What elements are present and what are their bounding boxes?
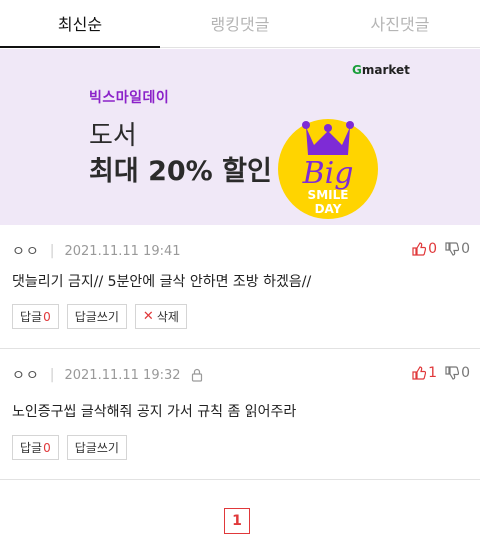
delete-button[interactable]: ✕ 삭제 [134,304,187,329]
pagination: 1 [0,480,480,549]
comment-item: ㅇㅇ | 2021.11.11 19:32 1 0 노인증구씹 글삭해줘 공지 … [0,349,480,480]
meta-divider: | [49,367,55,383]
reply-button[interactable]: 답글 0 [12,304,59,329]
comment-text: 댓늘리기 금지// 5분안에 글삭 안하면 조방 하겠음// [12,274,312,290]
like-button[interactable]: 1 [412,365,437,381]
reply-button[interactable]: 답글 0 [12,435,59,460]
comment-meta: ㅇㅇ | 2021.11.11 19:41 [12,241,181,261]
thumbs-down-icon [445,366,460,380]
gmarket-logo: Gmarket [352,63,410,77]
dislike-count: 0 [461,241,470,257]
reply-count: 0 [43,309,51,324]
crown-icon [302,121,354,155]
big-smile-day-badge: Big SMILE DAY [278,119,378,219]
comment-text: 노인증구씹 글삭해줘 공지 가서 규칙 좀 읽어주라 [12,404,297,420]
comment-actions: 답글 0 답글쓰기 ✕ 삭제 [12,304,195,329]
comment-votes: 0 0 [404,241,470,257]
dislike-button[interactable]: 0 [445,365,470,381]
promo-banner[interactable]: Gmarket 빅스마일데이 도서 최대 20% 할인 Big SMILE DA… [0,49,480,225]
meta-divider: | [49,243,55,259]
comment-author[interactable]: ㅇㅇ [12,365,40,385]
page-number-current[interactable]: 1 [224,508,250,534]
comment-date: 2021.11.11 19:32 [64,367,181,383]
comment-item: ㅇㅇ | 2021.11.11 19:41 0 0 댓늘리기 금지// 5분안에… [0,225,480,349]
badge-day-text: DAY [315,202,342,216]
badge-smile-text: SMILE [308,188,349,202]
badge-big-text: Big [302,156,354,191]
thumbs-up-icon [412,366,427,380]
dislike-count: 0 [461,365,470,381]
tab-ranking-comments[interactable]: 랭킹댓글 [160,0,320,47]
comment-actions: 답글 0 답글쓰기 [12,435,135,460]
thumbs-down-icon [445,242,460,256]
tab-latest[interactable]: 최신순 [0,0,160,48]
comment-author[interactable]: ㅇㅇ [12,241,40,261]
reply-count: 0 [43,440,51,455]
thumbs-up-icon [412,242,427,256]
sort-tabs: 최신순 랭킹댓글 사진댓글 [0,0,480,48]
write-reply-button[interactable]: 답글쓰기 [66,435,127,460]
like-count: 0 [428,241,438,257]
tab-photo-comments[interactable]: 사진댓글 [320,0,480,47]
banner-title-line2: 최대 20% 할인 [89,156,272,187]
write-reply-button[interactable]: 답글쓰기 [66,304,127,329]
reply-label: 답글 [20,310,43,324]
comment-votes: 1 0 [404,365,470,381]
lock-icon [191,368,202,382]
banner-title-line1: 도서 [89,121,137,151]
like-count: 1 [428,365,438,381]
close-icon: ✕ [142,309,154,324]
banner-kicker: 빅스마일데이 [89,90,170,106]
reply-label: 답글 [20,441,43,455]
dislike-button[interactable]: 0 [445,241,470,257]
delete-label: 삭제 [156,310,179,324]
like-button[interactable]: 0 [412,241,437,257]
comment-date: 2021.11.11 19:41 [64,243,181,259]
comment-meta: ㅇㅇ | 2021.11.11 19:32 [12,365,203,385]
